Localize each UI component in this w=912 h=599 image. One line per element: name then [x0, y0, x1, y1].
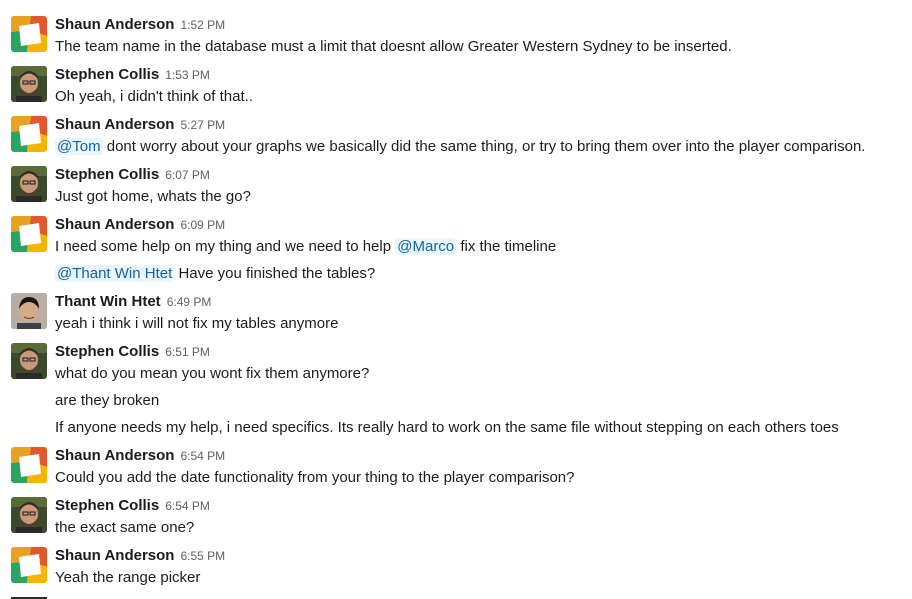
message-text: the exact same one?: [55, 519, 195, 536]
message-text-segment: fix the timeline: [460, 238, 557, 255]
timestamp[interactable]: 6:49 PM: [167, 295, 212, 309]
message-header: Stephen Collis 6:51 PM: [55, 343, 210, 361]
message-text: @Thant Win Htet Have you finished the ta…: [55, 264, 375, 284]
author-name[interactable]: Stephen Collis: [55, 343, 159, 360]
user-mention[interactable]: @Tom: [55, 138, 103, 155]
timestamp[interactable]: 1:53 PM: [165, 68, 210, 82]
message-header: Stephen Collis 6:07 PM: [55, 166, 210, 184]
author-name[interactable]: Thant Win Htet: [55, 293, 161, 310]
timestamp[interactable]: 6:54 PM: [165, 499, 210, 513]
message-header: Stephen Collis 1:53 PM: [55, 66, 210, 84]
message-text: If anyone needs my help, i need specific…: [55, 419, 839, 436]
timestamp[interactable]: 1:52 PM: [180, 18, 225, 32]
message-text: are they broken: [55, 392, 160, 409]
shaun-avatar[interactable]: [11, 116, 47, 152]
message-text: what do you mean you wont fix them anymo…: [55, 365, 370, 382]
message-text-segment: I need some help on my thing and we need…: [55, 238, 392, 255]
message-header: Shaun Anderson 6:09 PM: [55, 216, 225, 234]
message-text-segment: Have you finished the tables?: [178, 265, 376, 282]
author-name[interactable]: Shaun Anderson: [55, 16, 174, 33]
stephen-avatar[interactable]: [11, 66, 47, 102]
author-name[interactable]: Shaun Anderson: [55, 116, 174, 133]
message-text: Oh yeah, i didn't think of that..: [55, 88, 253, 105]
message-header: Thant Win Htet 6:49 PM: [55, 293, 211, 311]
thant-avatar[interactable]: [11, 293, 47, 329]
message-text: Yeah the range picker: [55, 569, 201, 586]
shaun-avatar[interactable]: [11, 16, 47, 52]
stephen-avatar[interactable]: [11, 497, 47, 533]
user-mention[interactable]: @Thant Win Htet: [55, 265, 175, 282]
timestamp[interactable]: 6:07 PM: [165, 168, 210, 182]
shaun-avatar[interactable]: [11, 547, 47, 583]
timestamp[interactable]: 5:27 PM: [180, 118, 225, 132]
message-header: Shaun Anderson 6:55 PM: [55, 547, 225, 565]
message-header: Shaun Anderson 5:27 PM: [55, 116, 225, 134]
shaun-avatar[interactable]: [11, 447, 47, 483]
author-name[interactable]: Stephen Collis: [55, 66, 159, 83]
author-name[interactable]: Stephen Collis: [55, 166, 159, 183]
message-header: Shaun Anderson 6:54 PM: [55, 447, 225, 465]
timestamp[interactable]: 6:54 PM: [180, 449, 225, 463]
timestamp[interactable]: 6:55 PM: [180, 549, 225, 563]
message-header: Shaun Anderson 1:52 PM: [55, 16, 225, 34]
timestamp[interactable]: 6:51 PM: [165, 345, 210, 359]
timestamp[interactable]: 6:09 PM: [180, 218, 225, 232]
message-text: Just got home, whats the go?: [55, 188, 251, 205]
message-text-segment: dont worry about your graphs we basicall…: [106, 138, 866, 155]
author-name[interactable]: Shaun Anderson: [55, 216, 174, 233]
user-mention[interactable]: @Marco: [395, 238, 457, 255]
stephen-avatar[interactable]: [11, 166, 47, 202]
message-text: I need some help on my thing and we need…: [55, 237, 556, 257]
message-text: The team name in the database must a lim…: [55, 38, 732, 55]
stephen-avatar[interactable]: [11, 343, 47, 379]
author-name[interactable]: Shaun Anderson: [55, 547, 174, 564]
message-text: yeah i think i will not fix my tables an…: [55, 315, 339, 332]
message-text: @Tom dont worry about your graphs we bas…: [55, 137, 865, 157]
author-name[interactable]: Stephen Collis: [55, 497, 159, 514]
author-name[interactable]: Shaun Anderson: [55, 447, 174, 464]
message-text: Could you add the date functionality fro…: [55, 469, 575, 486]
message-header: Stephen Collis 6:54 PM: [55, 497, 210, 515]
shaun-avatar[interactable]: [11, 216, 47, 252]
